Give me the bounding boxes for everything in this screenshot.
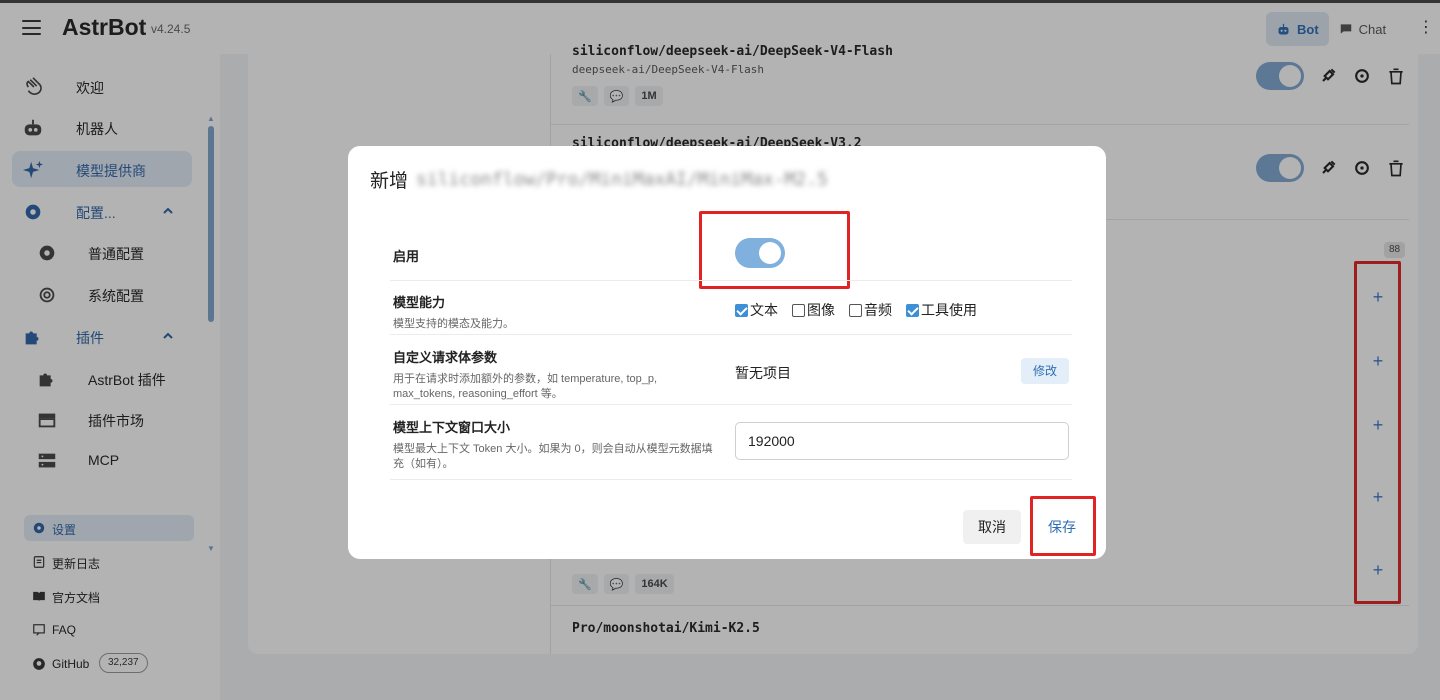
- checkbox[interactable]: [735, 303, 748, 317]
- custom-params-label: 自定义请求体参数: [393, 350, 498, 365]
- row-divider: [390, 479, 1072, 480]
- capability-checkboxes: 文本 图像 音频 工具使用: [735, 300, 977, 320]
- edit-params-button[interactable]: 修改: [1021, 358, 1069, 384]
- checkbox[interactable]: [792, 303, 805, 317]
- context-window-input[interactable]: 192000: [735, 422, 1069, 460]
- add-model-dialog: 新增 siliconflow/Pro/MiniMaxAI/MiniMax-M2.…: [348, 146, 1106, 559]
- checkbox[interactable]: [849, 303, 862, 317]
- capability-image[interactable]: 图像: [792, 300, 835, 320]
- custom-params-hint: 用于在请求时添加额外的参数，如 temperature, top_p, max_…: [393, 373, 658, 400]
- context-label: 模型上下文窗口大小: [393, 420, 511, 435]
- capability-audio[interactable]: 音频: [849, 300, 892, 320]
- row-divider: [390, 280, 1072, 281]
- row-divider: [390, 334, 1072, 335]
- context-hint: 模型最大上下文 Token 大小。如果为 0，则会自动从模型元数据填充（如有）。: [393, 443, 713, 470]
- dialog-model-id: siliconflow/Pro/MiniMaxAI/MiniMax-M2.5: [416, 169, 828, 190]
- custom-params-row: 自定义请求体参数 用于在请求时添加额外的参数，如 temperature, to…: [393, 347, 718, 402]
- dialog-title-text: 新增: [370, 171, 409, 192]
- row-divider: [390, 404, 1072, 405]
- cancel-button[interactable]: 取消: [963, 510, 1021, 544]
- capability-tool-use[interactable]: 工具使用: [906, 300, 977, 320]
- context-row: 模型上下文窗口大小 模型最大上下文 Token 大小。如果为 0，则会自动从模型…: [393, 417, 718, 472]
- dialog-title: 新增 siliconflow/Pro/MiniMaxAI/MiniMax-M2.…: [370, 166, 828, 193]
- highlight-box: [1030, 496, 1096, 556]
- capability-tool-use-label: 工具使用: [921, 302, 977, 318]
- capability-text[interactable]: 文本: [735, 300, 778, 320]
- highlight-box: [699, 211, 850, 289]
- capability-text-label: 文本: [750, 302, 778, 318]
- capability-image-label: 图像: [807, 302, 835, 318]
- capability-audio-label: 音频: [864, 302, 892, 318]
- checkbox[interactable]: [906, 303, 919, 317]
- custom-params-empty: 暂无项目: [735, 365, 791, 381]
